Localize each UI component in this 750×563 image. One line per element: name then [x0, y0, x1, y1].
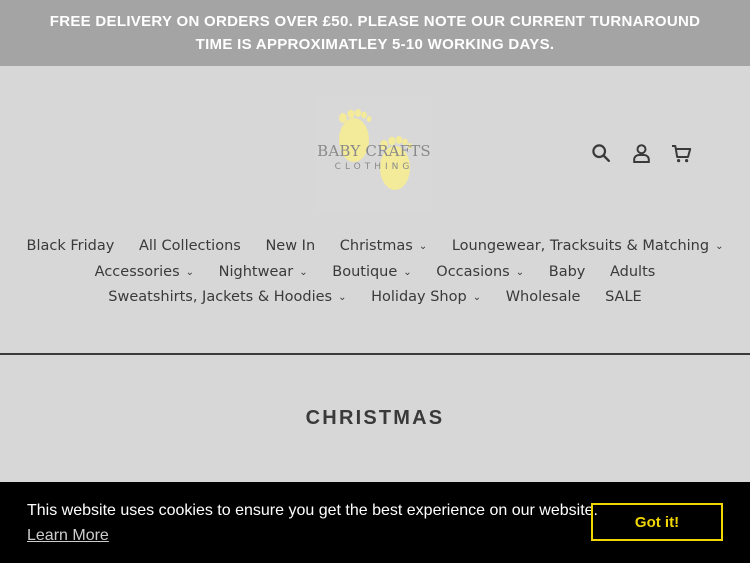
nav-item-sweatshirts[interactable]: Sweatshirts, Jackets & Hoodies ⌄ [108, 285, 346, 311]
nav-item-label: Baby [548, 263, 586, 280]
learn-more-link[interactable]: Learn More [27, 523, 109, 548]
cookie-banner: This website uses cookies to ensure you … [0, 482, 750, 563]
nav-item-label: Accessories [94, 263, 180, 280]
nav-row-2: Accessories ⌄ Nightwear ⌄ Boutique ⌄ Occasi… [10, 260, 740, 286]
chevron-down-icon: ⌄ [403, 266, 412, 278]
nav-item-label: Adults [609, 263, 656, 280]
nav-item-wholesale[interactable]: Wholesale [506, 285, 581, 311]
nav-item-accessories[interactable]: Accessories ⌄ [95, 260, 194, 286]
nav-item-new-in[interactable]: New In [265, 234, 315, 260]
nav-item-sale[interactable]: SALE [605, 285, 642, 311]
announcement-bar: FREE DELIVERY ON ORDERS OVER £50. PLEASE… [0, 0, 750, 66]
chevron-down-icon: ⌄ [472, 292, 482, 303]
chevron-down-icon: ⌄ [338, 292, 347, 303]
nav-item-label: New In [265, 238, 316, 254]
nav-item-nightwear[interactable]: Nightwear ⌄ [219, 260, 308, 286]
nav-item-label: Sweatshirts, Jackets & Hoodies [108, 289, 333, 305]
page-title: CHRISTMAS [305, 407, 445, 429]
nav-item-label: Loungewear, Tracksuits & Matching [451, 238, 710, 254]
nav-item-label: All Collections [138, 238, 241, 254]
logo-subtitle: CLOTHING [334, 162, 414, 172]
nav-item-label: SALE [605, 289, 642, 305]
header-divider [0, 353, 750, 355]
main-navigation: Black Friday All Collections New In Chri… [0, 226, 750, 311]
account-icon[interactable] [630, 142, 652, 164]
nav-item-occasions[interactable]: Occasions ⌄ [436, 260, 524, 286]
nav-item-label: Black Friday [26, 238, 115, 254]
nav-item-label: Holiday Shop [371, 289, 467, 305]
nav-item-label: Nightwear [218, 263, 294, 280]
nav-item-christmas[interactable]: Christmas ⌄ [340, 234, 428, 260]
nav-item-holiday-shop[interactable]: Holiday Shop ⌄ [371, 285, 481, 311]
chevron-down-icon: ⌄ [515, 266, 525, 278]
chevron-down-icon: ⌄ [418, 241, 428, 252]
logo-title: BABY CRAFTS [317, 142, 431, 160]
header-icons [590, 142, 692, 164]
cookie-accept-button[interactable]: Got it! [591, 503, 723, 541]
site-header: BABY CRAFTS CLOTHING [0, 66, 750, 226]
nav-item-boutique[interactable]: Boutique ⌄ [332, 260, 411, 286]
cookie-message: This website uses cookies to ensure you … [27, 502, 598, 519]
site-logo[interactable]: BABY CRAFTS CLOTHING [316, 96, 432, 212]
nav-item-loungewear[interactable]: Loungewear, Tracksuits & Matching ⌄ [452, 234, 724, 260]
nav-row-1: Black Friday All Collections New In Chri… [10, 234, 740, 260]
cart-icon[interactable] [670, 142, 692, 164]
nav-item-label: Wholesale [505, 289, 581, 305]
nav-item-all-collections[interactable]: All Collections [139, 234, 241, 260]
chevron-down-icon: ⌄ [185, 266, 195, 278]
nav-item-baby[interactable]: Baby [549, 260, 586, 286]
nav-item-label: Occasions [436, 263, 510, 280]
chevron-down-icon: ⌄ [299, 266, 308, 278]
announcement-line-2: TIME IS APPROXIMATLEY 5-10 WORKING DAYS. [195, 36, 555, 53]
cookie-message-block: This website uses cookies to ensure you … [27, 498, 598, 548]
announcement-line-1: FREE DELIVERY ON ORDERS OVER £50. PLEASE… [49, 13, 701, 30]
nav-item-label: Boutique [332, 263, 398, 280]
nav-row-3: Sweatshirts, Jackets & Hoodies ⌄ Holiday … [10, 285, 740, 311]
chevron-down-icon: ⌄ [715, 241, 724, 252]
nav-item-adults[interactable]: Adults [610, 260, 655, 286]
search-icon[interactable] [590, 142, 612, 164]
nav-item-black-friday[interactable]: Black Friday [27, 234, 115, 260]
nav-item-label: Christmas [339, 238, 413, 254]
